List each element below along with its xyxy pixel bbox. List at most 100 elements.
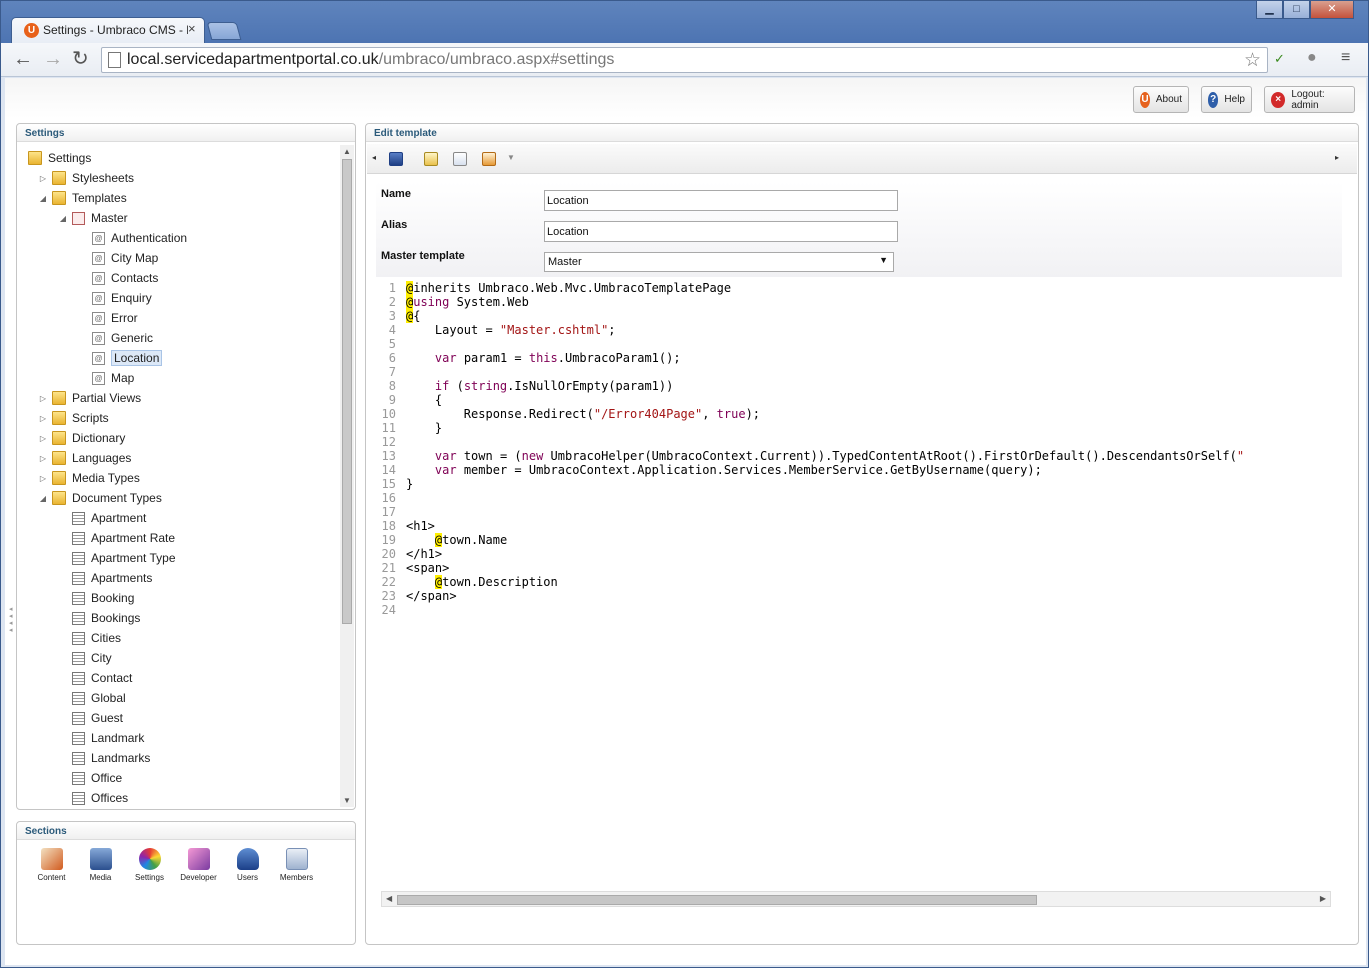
- tree-node[interactable]: ▷ Media Types: [38, 468, 140, 488]
- code-line[interactable]: 11 }: [376, 421, 443, 435]
- tree-node[interactable]: Landmarks: [58, 748, 150, 768]
- tree-node[interactable]: Settings: [28, 148, 91, 168]
- tree-node[interactable]: Landmark: [58, 728, 144, 748]
- code-line[interactable]: 4 Layout = "Master.cshtml";: [376, 323, 616, 337]
- tree-node[interactable]: Guest: [58, 708, 123, 728]
- code-scroll-thumb[interactable]: [397, 895, 1037, 905]
- spellcheck-extension-icon[interactable]: ✓: [1274, 51, 1285, 67]
- tree-node[interactable]: ◢ Document Types: [38, 488, 162, 508]
- tree-node[interactable]: City: [58, 648, 112, 668]
- bookmark-star-icon[interactable]: ☆: [1244, 49, 1261, 72]
- tree-node[interactable]: @ Map: [78, 368, 134, 388]
- code-line[interactable]: 14 var member = UmbracoContext.Applicati…: [376, 463, 1042, 477]
- code-line[interactable]: 21 <span>: [376, 561, 450, 575]
- browser-menu-icon[interactable]: ≡: [1341, 49, 1350, 67]
- expand-arrow-icon[interactable]: ▷: [38, 454, 48, 463]
- code-line[interactable]: 19 @town.Name: [376, 533, 507, 547]
- tree-node[interactable]: Apartment: [58, 508, 146, 528]
- scroll-left-icon[interactable]: ◀: [386, 894, 392, 903]
- expand-arrow-icon[interactable]: ▷: [38, 394, 48, 403]
- scroll-down-icon[interactable]: ▼: [343, 796, 351, 805]
- tab-umbraco-settings[interactable]: U Settings - Umbraco CMS - loc ×: [11, 17, 205, 43]
- code-line[interactable]: 9 {: [376, 393, 442, 407]
- section-media[interactable]: Media: [76, 848, 125, 882]
- code-line[interactable]: 3 @{: [376, 309, 420, 323]
- tree-node[interactable]: Cities: [58, 628, 121, 648]
- tree-node[interactable]: @ Location: [78, 348, 163, 368]
- section-settings[interactable]: Settings: [125, 848, 174, 882]
- tree-node[interactable]: Apartment Type: [58, 548, 176, 568]
- tree-node[interactable]: ▷ Scripts: [38, 408, 109, 428]
- code-line[interactable]: 16: [376, 491, 406, 505]
- tree-node[interactable]: Contact: [58, 668, 132, 688]
- section-users[interactable]: Users: [223, 848, 272, 882]
- code-editor[interactable]: 1 @inherits Umbraco.Web.Mvc.UmbracoTempla…: [376, 281, 1342, 889]
- code-line[interactable]: 10 Response.Redirect("/Error404Page", tr…: [376, 407, 760, 421]
- tree-node[interactable]: @ Enquiry: [78, 288, 152, 308]
- code-line[interactable]: 1 @inherits Umbraco.Web.Mvc.UmbracoTempla…: [376, 281, 731, 295]
- code-line[interactable]: 8 if (string.IsNullOrEmpty(param1)): [376, 379, 674, 393]
- forward-arrow-icon[interactable]: →: [43, 49, 63, 69]
- tree-node[interactable]: @ City Map: [78, 248, 158, 268]
- tree-scroll-thumb[interactable]: [342, 159, 352, 624]
- tab-close-icon[interactable]: ×: [188, 21, 196, 36]
- code-line[interactable]: 24: [376, 603, 406, 617]
- expand-arrow-icon[interactable]: ▷: [38, 434, 48, 443]
- insert-field-icon[interactable]: [424, 152, 438, 166]
- name-input[interactable]: [544, 190, 898, 211]
- section-developer[interactable]: Developer: [174, 848, 223, 882]
- toolbar-dropdown-icon[interactable]: ▼: [507, 153, 521, 167]
- tree-node[interactable]: Bookings: [58, 608, 140, 628]
- code-line[interactable]: 20 </h1>: [376, 547, 443, 561]
- tree-node[interactable]: ▷ Stylesheets: [38, 168, 134, 188]
- code-line[interactable]: 5: [376, 337, 406, 351]
- help-button[interactable]: ? Help: [1201, 86, 1252, 113]
- insert-placeholder-icon[interactable]: [482, 152, 496, 166]
- tree-scrollbar[interactable]: ▲ ▼: [340, 145, 354, 807]
- tree-node[interactable]: ▷ Partial Views: [38, 388, 141, 408]
- tree-node[interactable]: ▷ Languages: [38, 448, 131, 468]
- tree-node[interactable]: Offices: [58, 788, 128, 807]
- code-line[interactable]: 12: [376, 435, 406, 449]
- section-members[interactable]: Members: [272, 848, 321, 882]
- panel-splitter-grip[interactable]: ◂ ◂ ◂ ◂: [9, 606, 15, 634]
- expand-arrow-icon[interactable]: ▷: [38, 414, 48, 423]
- tree-node[interactable]: Global: [58, 688, 126, 708]
- expand-arrow-icon[interactable]: ▷: [38, 474, 48, 483]
- tree-node[interactable]: @ Authentication: [78, 228, 187, 248]
- master-template-select[interactable]: Master ▼: [544, 252, 894, 272]
- code-horizontal-scrollbar[interactable]: ◀ ▶: [381, 891, 1331, 907]
- minimize-button[interactable]: ▁: [1256, 1, 1283, 19]
- save-icon[interactable]: [389, 152, 403, 166]
- tree-node[interactable]: @ Generic: [78, 328, 153, 348]
- tree-node[interactable]: Apartments: [58, 568, 152, 588]
- code-line[interactable]: 7: [376, 365, 406, 379]
- tree-node[interactable]: ◢ Master: [58, 208, 128, 228]
- scroll-up-icon[interactable]: ▲: [343, 147, 351, 156]
- code-line[interactable]: 22 @town.Description: [376, 575, 558, 589]
- collapse-arrow-icon[interactable]: ◢: [58, 214, 68, 223]
- code-line[interactable]: 15}: [376, 477, 414, 491]
- tree-node[interactable]: @ Error: [78, 308, 138, 328]
- code-line[interactable]: 2 @using System.Web: [376, 295, 529, 309]
- tree-node[interactable]: Booking: [58, 588, 134, 608]
- code-line[interactable]: 17: [376, 505, 406, 519]
- insert-macro-icon[interactable]: [453, 152, 467, 166]
- section-content[interactable]: Content: [27, 848, 76, 882]
- url-text[interactable]: local.servicedapartmentportal.co.uk/umbr…: [127, 51, 614, 69]
- toolbar-scroll-left-icon[interactable]: ◂: [372, 153, 386, 167]
- tree-node[interactable]: Apartment Rate: [58, 528, 175, 548]
- balloon-extension-icon[interactable]: ●: [1307, 49, 1317, 67]
- toolbar-scroll-right-icon[interactable]: ▸: [1335, 153, 1349, 167]
- code-line[interactable]: 23 </span>: [376, 589, 457, 603]
- about-button[interactable]: U About: [1133, 86, 1189, 113]
- address-bar[interactable]: local.servicedapartmentportal.co.uk/umbr…: [101, 47, 1268, 73]
- expand-arrow-icon[interactable]: ▷: [38, 174, 48, 183]
- collapse-arrow-icon[interactable]: ◢: [38, 194, 48, 203]
- back-arrow-icon[interactable]: ←: [13, 49, 33, 69]
- tree-node[interactable]: ◢ Templates: [38, 188, 127, 208]
- scroll-right-icon[interactable]: ▶: [1320, 894, 1326, 903]
- code-line[interactable]: 18 <h1>: [376, 519, 435, 533]
- maximize-button[interactable]: □: [1283, 1, 1310, 19]
- collapse-arrow-icon[interactable]: ◢: [38, 494, 48, 503]
